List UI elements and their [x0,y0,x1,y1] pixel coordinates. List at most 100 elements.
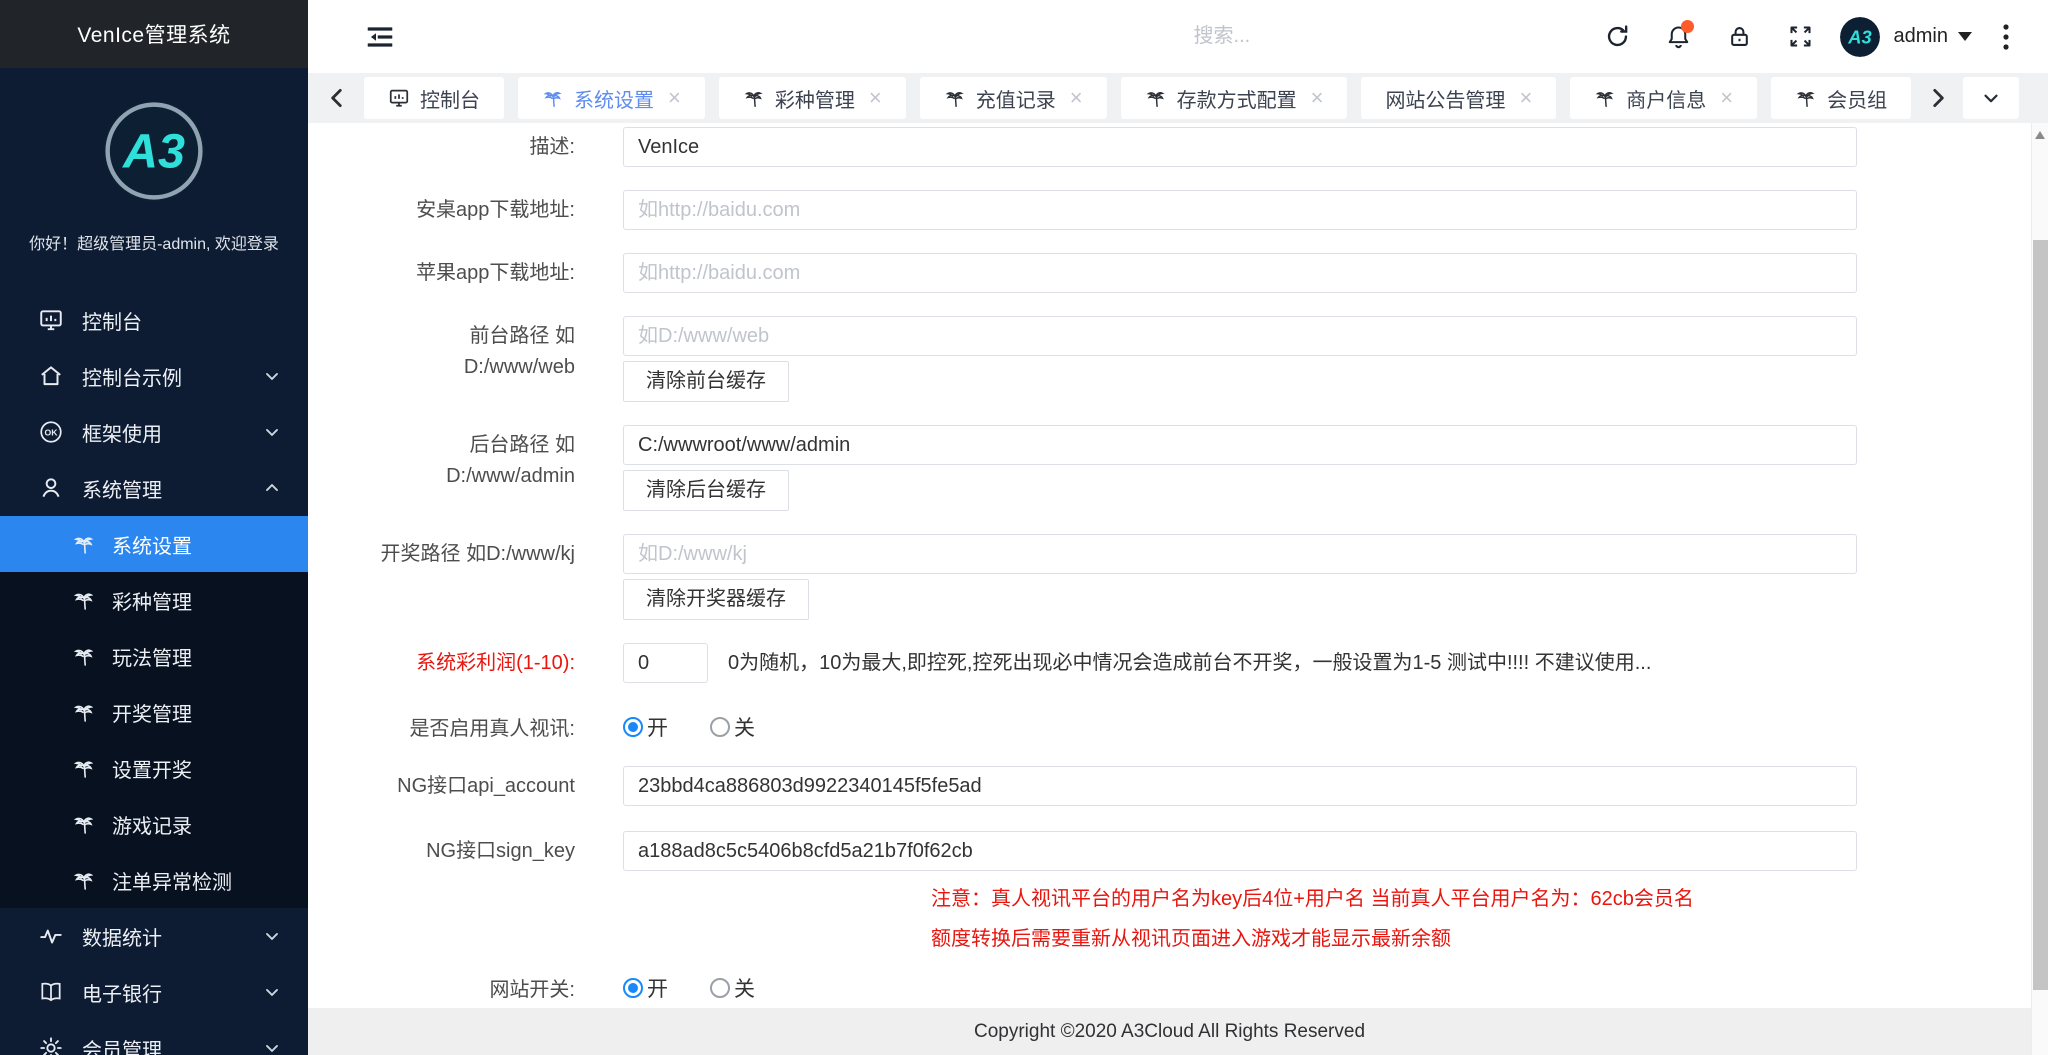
sidebar-item-draw-admin[interactable]: 开奖管理 [0,684,308,740]
logo-icon: A3 [101,98,207,204]
radio-checked-icon [623,717,643,737]
tree-icon [72,532,96,556]
sidebar-item-draw-settings[interactable]: 设置开奖 [0,740,308,796]
caret-down-icon [1958,32,1972,41]
app-title: VenIce管理系统 [0,0,308,68]
form-row: NG接口api_account [308,766,2031,806]
admin-path-input[interactable] [623,425,1857,465]
tab-console[interactable]: 控制台 [364,77,504,119]
tab-lottery-admin[interactable]: 彩种管理 × [719,77,906,119]
vertical-scrollbar[interactable] [2031,123,2048,1055]
sidebar-item-game-records[interactable]: 游戏记录 [0,796,308,852]
close-icon[interactable]: × [869,87,882,109]
avatar[interactable]: A3 [1840,17,1880,57]
topbar: A3 admin [308,0,2048,73]
field-label: 后台路径 如D:/www/admin [360,425,575,511]
site-switch-off-radio[interactable]: 关 [710,973,755,1003]
sidebar-item-abnormal-bet-check[interactable]: 注单异常检测 [0,852,308,908]
close-icon[interactable]: × [668,87,681,109]
ng-sign-key-input[interactable] [623,831,1857,871]
lock-icon[interactable] [1726,23,1753,50]
more-options-icon[interactable] [2002,23,2010,51]
sidebar-item-system-admin[interactable]: 系统管理 [0,460,308,516]
field-label: 系统彩利润(1-10): [360,643,575,684]
tab-label: 网站公告管理 [1385,84,1505,113]
tab-system-settings[interactable]: 系统设置 × [518,77,705,119]
description-input[interactable] [623,127,1857,167]
sidebar-item-system-settings[interactable]: 系统设置 [0,516,308,572]
field-label: 描述: [360,127,575,167]
sidebar: VenIce管理系统 A3 你好！超级管理员-admin, 欢迎登录 控制台 控… [0,0,308,1055]
chevron-up-icon [262,478,282,498]
clear-admin-cache-button[interactable]: 清除后台缓存 [623,470,789,511]
tab-label: 彩种管理 [775,84,855,113]
field-label: 苹果app下载地址: [360,253,575,293]
tree-icon [1795,87,1817,109]
user-menu[interactable]: admin [1894,25,1972,48]
tab-deposit-config[interactable]: 存款方式配置 × [1121,77,1348,119]
tree-icon [944,87,966,109]
live-video-off-radio[interactable]: 关 [710,712,755,742]
chevron-down-icon [262,926,282,946]
app-logo: A3 [0,98,308,204]
close-icon[interactable]: × [1311,87,1324,109]
tree-icon [72,588,96,612]
field-label: 是否启用真人视讯: [360,709,575,745]
sidebar-item-console-demo[interactable]: 控制台示例 [0,348,308,404]
clear-front-cache-button[interactable]: 清除前台缓存 [623,361,789,402]
tab-member-group[interactable]: 会员组 [1771,77,1911,119]
sidebar-item-lottery-admin[interactable]: 彩种管理 [0,572,308,628]
clear-draw-cache-button[interactable]: 清除开奖器缓存 [623,579,809,620]
sidebar-item-play-admin[interactable]: 玩法管理 [0,628,308,684]
scrollbar-up-arrow-icon[interactable] [2035,131,2045,139]
system-profit-input[interactable] [623,643,708,683]
close-icon[interactable]: × [1070,87,1083,109]
sidebar-item-framework[interactable]: OK 框架使用 [0,404,308,460]
tree-icon [743,87,765,109]
tree-icon [1145,87,1167,109]
collapse-sidebar-icon[interactable] [364,21,396,53]
live-video-on-radio[interactable]: 开 [623,712,668,742]
tabs-scroll-right-icon[interactable] [1925,85,1951,111]
close-icon[interactable]: × [1519,87,1532,109]
tabs-scroll-left-icon[interactable] [324,85,350,111]
tab-merchant-info[interactable]: 商户信息 × [1570,77,1757,119]
profit-hint-text: 0为随机，10为最大,即控死,控死出现必中情况会造成前台不开奖，一般设置为1-5… [728,643,1651,684]
scrollbar-thumb[interactable] [2033,240,2048,990]
android-app-url-input[interactable] [623,190,1857,230]
dashboard-icon [38,307,64,333]
tabs-dropdown[interactable] [1963,77,2019,119]
book-icon [38,979,64,1005]
dashboard-icon [388,87,410,109]
username: admin [1894,25,1948,48]
greeting-text: 你好！超级管理员-admin, 欢迎登录 [0,230,308,254]
front-path-input[interactable] [623,316,1857,356]
chevron-down-icon [262,982,282,1002]
field-label: 前台路径 如D:/www/web [360,316,575,402]
ng-api-account-input[interactable] [623,766,1857,806]
notification-bell-icon[interactable] [1665,23,1692,50]
refresh-icon[interactable] [1604,23,1631,50]
sidebar-item-ebank[interactable]: 电子银行 [0,964,308,1020]
close-icon[interactable]: × [1720,87,1733,109]
tree-icon [72,812,96,836]
tab-site-announcement[interactable]: 网站公告管理 × [1361,77,1556,119]
sidebar-item-statistics[interactable]: 数据统计 [0,908,308,964]
ios-app-url-input[interactable] [623,253,1857,293]
fullscreen-icon[interactable] [1787,23,1814,50]
form-row: NG接口sign_key [308,831,2031,871]
tab-recharge-records[interactable]: 充值记录 × [920,77,1107,119]
tree-icon [1594,87,1616,109]
tab-label: 存款方式配置 [1177,84,1297,113]
form-row: 后台路径 如D:/www/admin 清除后台缓存 [308,425,2031,511]
search-input[interactable] [1194,25,1444,48]
draw-path-input[interactable] [623,534,1857,574]
tree-icon [72,756,96,780]
sidebar-item-member-admin[interactable]: 会员管理 [0,1020,308,1055]
site-switch-on-radio[interactable]: 开 [623,973,668,1003]
form-row: 安桌app下载地址: [308,190,2031,230]
sidebar-item-label: 设置开奖 [112,754,282,783]
tabbar: 控制台 系统设置 × 彩种管理 × 充值记录 × 存款方式配置 × 网站公告管理… [308,73,2048,123]
sidebar-item-console[interactable]: 控制台 [0,292,308,348]
form-row: 网站开关: 开 关 [308,968,2031,1008]
